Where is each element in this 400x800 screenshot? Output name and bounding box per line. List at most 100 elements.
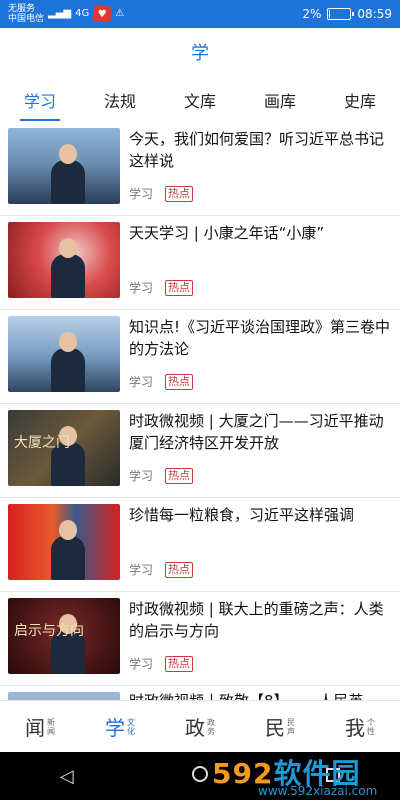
nav-subtitle-char: 闻: [47, 726, 55, 736]
nav-subtitle-char: 文: [127, 717, 135, 727]
article-source: 学习: [129, 657, 154, 671]
article-meta: 学习 热点: [129, 561, 392, 578]
article-title: 知识点!《习近平谈治国理政》第三卷中的方法论: [129, 318, 391, 358]
nav-item-glyph: 民: [265, 716, 285, 740]
signal-icon: ▂▄▆: [48, 8, 72, 19]
tab-2[interactable]: 文库: [180, 82, 220, 118]
hot-tag: 热点: [165, 561, 194, 578]
nav-item-glyph: 闻: [25, 716, 45, 740]
bottom-navigation: 闻新闻 学文化 政政务 民民声 我个性: [0, 700, 400, 752]
nav-item-4[interactable]: 我个性: [345, 712, 375, 741]
article-title: 时政微视频 | 联大上的重磅之声：人类的启示与方向: [129, 600, 384, 640]
article-meta: 学习 热点: [129, 467, 392, 484]
nav-item-0[interactable]: 闻新闻: [25, 712, 55, 741]
article-item-partial[interactable]: 时政微视频丨致敬【8】——人民英: [0, 686, 400, 700]
nav-item-glyph: 政: [185, 716, 205, 740]
tab-1[interactable]: 法规: [100, 82, 140, 118]
recents-button[interactable]: [313, 766, 353, 787]
article-body: 今天，我们如何爱国？听习近平总书记这样说学习 热点: [129, 128, 392, 206]
thumbnail-figure: [50, 332, 85, 392]
article-item[interactable]: 知识点!《习近平谈治国理政》第三卷中的方法论学习 热点: [0, 310, 400, 404]
article-title: 今天，我们如何爱国？听习近平总书记这样说: [129, 130, 385, 170]
article-thumbnail: [8, 504, 120, 580]
nav-item-glyph: 我: [345, 716, 365, 740]
battery-icon: [327, 8, 355, 20]
nav-item-subtitle: 新闻: [47, 718, 55, 736]
nav-item-1[interactable]: 学文化: [105, 712, 135, 741]
nav-item-subtitle: 政务: [207, 718, 215, 736]
article-thumbnail: [8, 316, 120, 392]
system-navigation-bar: ◁: [0, 752, 400, 800]
tab-4[interactable]: 史库: [340, 82, 380, 118]
hot-tag: 热点: [165, 467, 194, 484]
nav-subtitle-char: 务: [207, 726, 215, 736]
thumbnail-figure: [50, 144, 85, 204]
page-title: 学: [191, 43, 209, 64]
article-body: 珍惜每一粒粮食，习近平这样强调学习 热点: [129, 504, 392, 582]
article-body: 天天学习 | 小康之年话“小康” 学习 热点: [129, 222, 392, 300]
status-bar: 无服务 中国电信 ▂▄▆ 4G ♥ ⚠ 2% 08:59: [0, 0, 400, 28]
nav-item-glyph: 学: [105, 716, 125, 740]
tab-3[interactable]: 画库: [260, 82, 300, 118]
status-left: 无服务 中国电信 ▂▄▆ 4G ♥ ⚠: [8, 4, 124, 24]
nav-item-subtitle: 个性: [367, 718, 375, 736]
article-source: 学习: [129, 375, 154, 389]
article-item[interactable]: 珍惜每一粒粮食，习近平这样强调学习 热点: [0, 498, 400, 592]
article-title: 时政微视频 | 大厦之门——习近平推动厦门经济特区开发开放: [129, 412, 384, 452]
hot-tag: 热点: [165, 373, 194, 390]
nav-item-3[interactable]: 民民声: [265, 712, 295, 741]
article-meta: 学习 热点: [129, 373, 392, 390]
nav-subtitle-char: 化: [127, 726, 135, 736]
recents-icon: [326, 767, 341, 782]
article-source: 学习: [129, 281, 154, 295]
network-type: 4G: [75, 8, 90, 19]
app-screen: 无服务 中国电信 ▂▄▆ 4G ♥ ⚠ 2% 08:59 学 学习 法规 文库 画库 史…: [0, 0, 400, 800]
article-list[interactable]: 今天，我们如何爱国？听习近平总书记这样说 学习 热点 天天学习 | 小康之年话“小康”…: [0, 122, 400, 700]
nav-subtitle-char: 民: [287, 717, 295, 727]
article-title: 天天学习 | 小康之年话“小康”: [129, 224, 325, 242]
article-item[interactable]: 启示与方向 时政微视频 | 联大上的重磅之声：人类的启示与方向学习 热点: [0, 592, 400, 686]
article-body: 时政微视频 | 大厦之门——习近平推动厦门经济特区开发开放学习 热点: [129, 410, 392, 488]
nav-subtitle-char: 政: [207, 717, 215, 727]
hot-tag: 热点: [165, 655, 194, 672]
article-thumbnail: 大厦之门: [8, 410, 120, 486]
article-body: 时政微视频 | 联大上的重磅之声：人类的启示与方向学习 热点: [129, 598, 392, 676]
article-title: 时政微视频丨致敬【8】——人民英: [129, 690, 364, 700]
status-right: 2% 08:59: [302, 7, 392, 21]
page-header: 学: [0, 28, 400, 76]
nav-subtitle-char: 新: [47, 717, 55, 727]
app-notification-icon: ♥: [93, 6, 112, 22]
battery-percent: 2%: [302, 7, 322, 21]
carrier-info: 无服务 中国电信: [8, 4, 44, 24]
category-tabs: 学习 法规 文库 画库 史库: [0, 80, 400, 121]
article-thumbnail: 启示与方向: [8, 598, 120, 674]
thumbnail-figure: [50, 238, 85, 298]
article-meta: 学习 热点: [129, 655, 392, 672]
article-item[interactable]: 今天，我们如何爱国？听习近平总书记这样说学习 热点: [0, 122, 400, 216]
tab-0[interactable]: 学习: [19, 82, 61, 121]
nav-subtitle-char: 个: [367, 717, 375, 727]
article-source: 学习: [129, 187, 154, 201]
hot-tag: 热点: [165, 185, 194, 202]
article-item[interactable]: 天天学习 | 小康之年话“小康” 学习 热点: [0, 216, 400, 310]
home-button[interactable]: [180, 765, 220, 787]
article-source: 学习: [129, 469, 154, 483]
article-source: 学习: [129, 563, 154, 577]
back-icon[interactable]: ◁: [47, 766, 87, 787]
article-meta: 学习 热点: [129, 279, 392, 296]
home-icon: [191, 765, 208, 782]
thumbnail-caption: 启示与方向: [14, 623, 84, 639]
thumbnail-caption: 大厦之门: [14, 435, 70, 451]
article-item[interactable]: 大厦之门 时政微视频 | 大厦之门——习近平推动厦门经济特区开发开放学习 热点: [0, 404, 400, 498]
clock: 08:59: [357, 7, 392, 21]
article-title: 珍惜每一粒粮食，习近平这样强调: [129, 506, 355, 524]
nav-item-subtitle: 民声: [287, 718, 295, 736]
article-thumbnail: [8, 692, 120, 700]
nav-subtitle-char: 性: [367, 726, 375, 736]
nav-subtitle-char: 声: [287, 726, 295, 736]
hot-tag: 热点: [165, 279, 194, 296]
article-thumbnail: [8, 222, 120, 298]
carrier-line1: 无服务: [8, 4, 36, 14]
article-meta: 学习 热点: [129, 185, 392, 202]
nav-item-2[interactable]: 政政务: [185, 712, 215, 741]
